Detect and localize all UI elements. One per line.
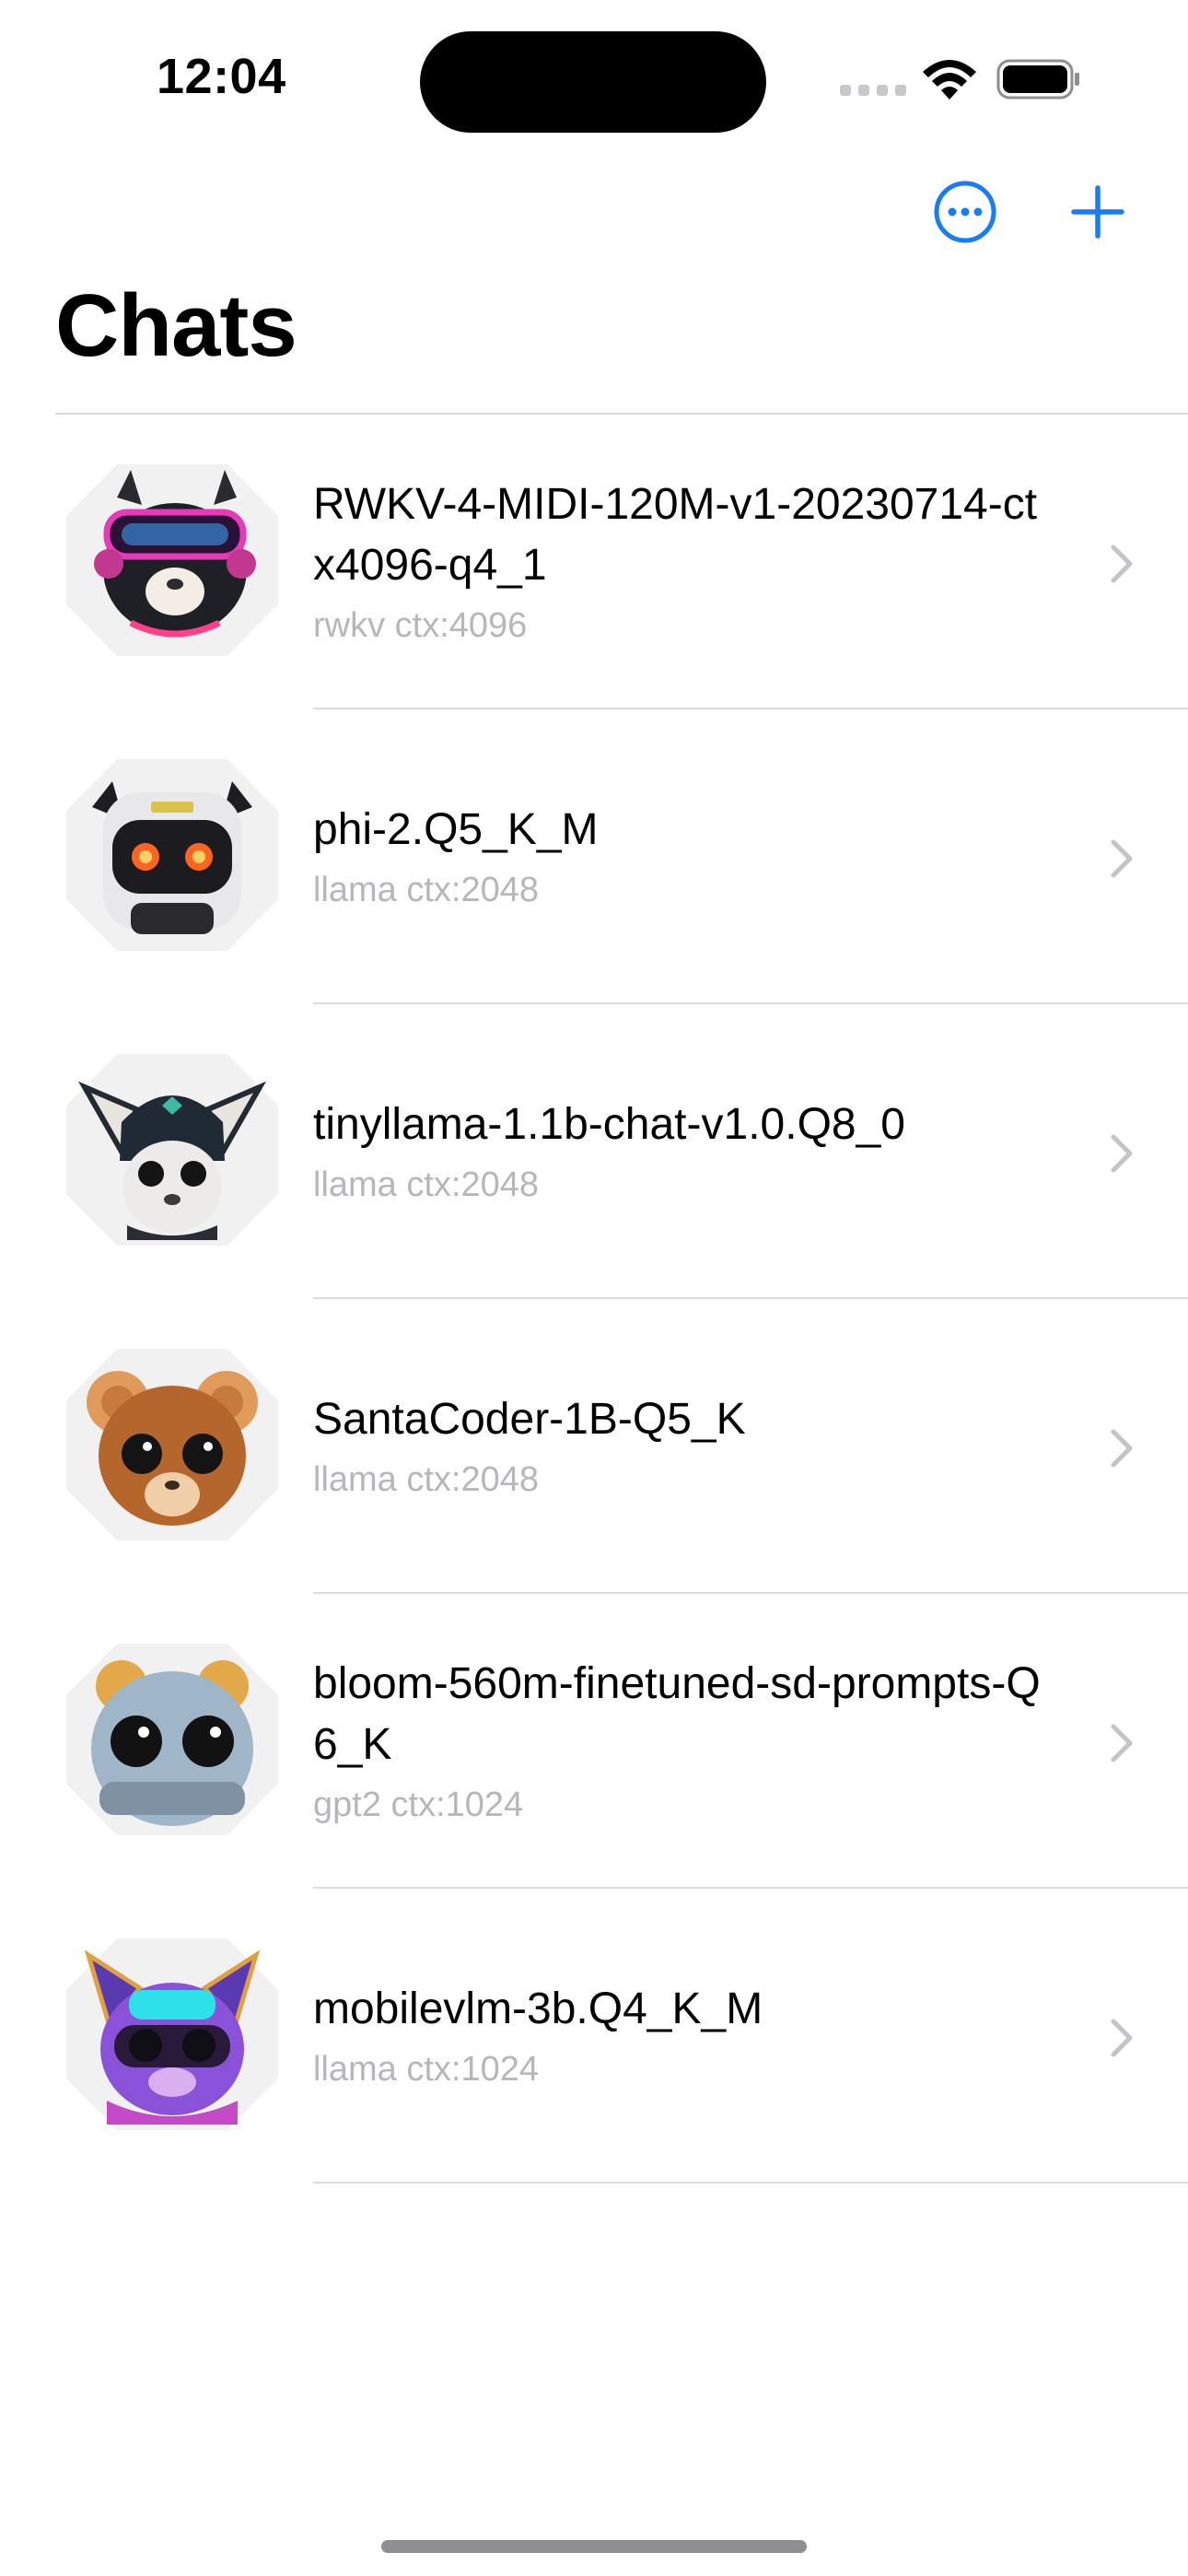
chat-row[interactable]: RWKV-4-MIDI-120M-v1-20230714-ctx4096-q4_… [0,415,1188,709]
knit-bear-avatar [66,1349,278,1540]
ellipsis-circle-icon [934,181,996,243]
chat-name: tinyllama-1.1b-chat-v1.0.Q8_0 [313,1100,905,1149]
chat-row[interactable]: SantaCoder-1B-Q5_K llama ctx:2048 [0,1299,1188,1594]
chat-meta: llama ctx:2048 [313,1460,540,1499]
status-time: 12:04 [157,49,286,104]
chat-name: bloom-560m-finetuned-sd-prompts-Q6_K [313,1659,1041,1769]
chat-meta: llama ctx:2048 [313,871,540,909]
home-indicator[interactable] [381,2540,807,2553]
chat-meta: llama ctx:2048 [313,1165,540,1204]
chat-meta: rwkv ctx:4096 [313,606,528,645]
chat-row[interactable]: tinyllama-1.1b-chat-v1.0.Q8_0 llama ctx:… [0,1004,1188,1299]
chat-name: phi-2.Q5_K_M [313,805,599,854]
chat-name: mobilevlm-3b.Q4_K_M [313,1985,763,2033]
knit-blue-bear-avatar [66,1644,278,1835]
chevron-right-icon [1111,1724,1133,1762]
purple-robot-cat-avatar [66,1938,278,2130]
chat-row[interactable]: bloom-560m-finetuned-sd-prompts-Q6_K gpt… [0,1594,1188,1889]
space-alpaca-avatar [66,1054,278,1246]
battery-icon [996,59,1079,100]
wifi-icon [923,60,976,100]
dynamic-island [420,31,766,133]
add-chat-button[interactable] [1061,175,1135,249]
plus-icon [1071,185,1124,239]
robot-helmet-avatar [66,759,278,951]
chat-meta: llama ctx:1024 [313,2050,540,2089]
chevron-right-icon [1111,2019,1133,2057]
status-bar: 12:04 [0,0,1188,147]
chevron-right-icon [1111,1134,1133,1173]
chevron-right-icon [1111,1429,1133,1468]
chat-row[interactable]: mobilevlm-3b.Q4_K_M llama ctx:1024 [0,1889,1188,2184]
chat-name: SantaCoder-1B-Q5_K [313,1395,746,1444]
chat-list: RWKV-4-MIDI-120M-v1-20230714-ctx4096-q4_… [0,415,1188,2184]
chat-name: RWKV-4-MIDI-120M-v1-20230714-ctx4096-q4_… [313,480,1038,590]
chat-meta: gpt2 ctx:1024 [313,1786,524,1824]
chat-row[interactable]: phi-2.Q5_K_M llama ctx:2048 [0,709,1188,1004]
row-divider [313,2182,1188,2184]
chevron-right-icon [1111,544,1133,583]
cellular-signal-icon [840,85,906,98]
more-options-button[interactable] [928,175,1002,249]
alpaca-headphones-avatar [66,464,278,656]
chevron-right-icon [1111,839,1133,878]
page-title: Chats [55,276,297,375]
